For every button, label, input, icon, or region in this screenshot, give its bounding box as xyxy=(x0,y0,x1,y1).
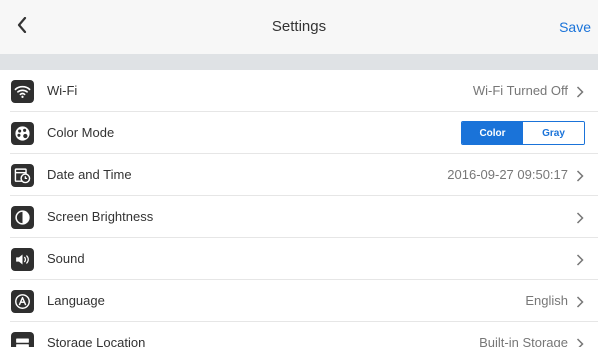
chevron-right-icon xyxy=(576,253,584,266)
chevron-right-icon xyxy=(576,211,584,224)
chevron-right-icon xyxy=(576,295,584,308)
settings-row-date-time[interactable]: Date and Time 2016-09-27 09:50:17 xyxy=(0,154,598,196)
save-button[interactable]: Save xyxy=(557,0,593,54)
language-icon xyxy=(11,290,34,313)
back-button[interactable] xyxy=(0,0,44,54)
date-time-label: Date and Time xyxy=(47,167,132,182)
sound-label: Sound xyxy=(47,251,85,266)
chevron-right-icon xyxy=(576,337,584,347)
speaker-icon xyxy=(11,248,34,271)
wifi-icon xyxy=(11,80,34,103)
language-label: Language xyxy=(47,293,105,308)
color-option-button[interactable]: Color xyxy=(462,122,523,144)
storage-label: Storage Location xyxy=(47,335,146,347)
settings-list: Wi-Fi Wi-Fi Turned Off Color Mode Color xyxy=(0,70,598,347)
settings-row-storage[interactable]: Storage Location Built-in Storage xyxy=(0,322,598,347)
section-divider xyxy=(0,54,598,70)
settings-row-wifi[interactable]: Wi-Fi Wi-Fi Turned Off xyxy=(0,70,598,112)
wifi-value: Wi-Fi Turned Off xyxy=(472,83,568,98)
chevron-right-icon xyxy=(576,85,584,98)
settings-row-language[interactable]: Language English xyxy=(0,280,598,322)
language-value: English xyxy=(525,293,568,308)
calendar-clock-icon xyxy=(11,164,34,187)
brightness-icon xyxy=(11,206,34,229)
settings-row-sound[interactable]: Sound xyxy=(0,238,598,280)
storage-value: Built-in Storage xyxy=(479,335,568,347)
brightness-label: Screen Brightness xyxy=(47,209,154,224)
color-mode-toggle: Color Gray xyxy=(461,121,585,145)
palette-icon xyxy=(11,122,34,145)
date-time-value: 2016-09-27 09:50:17 xyxy=(447,167,568,182)
header-bar: Settings Save xyxy=(0,0,598,54)
page-title: Settings xyxy=(271,18,327,35)
chevron-left-icon xyxy=(17,16,27,38)
color-mode-label: Color Mode xyxy=(47,125,115,140)
storage-icon xyxy=(11,332,34,347)
chevron-right-icon xyxy=(576,169,584,182)
settings-row-brightness[interactable]: Screen Brightness xyxy=(0,196,598,238)
wifi-label: Wi-Fi xyxy=(47,83,78,98)
settings-row-color-mode: Color Mode Color Gray xyxy=(0,112,598,154)
gray-option-button[interactable]: Gray xyxy=(523,122,584,144)
settings-screen: Settings Save Wi-Fi Wi-Fi Turned Off Col… xyxy=(0,0,598,347)
